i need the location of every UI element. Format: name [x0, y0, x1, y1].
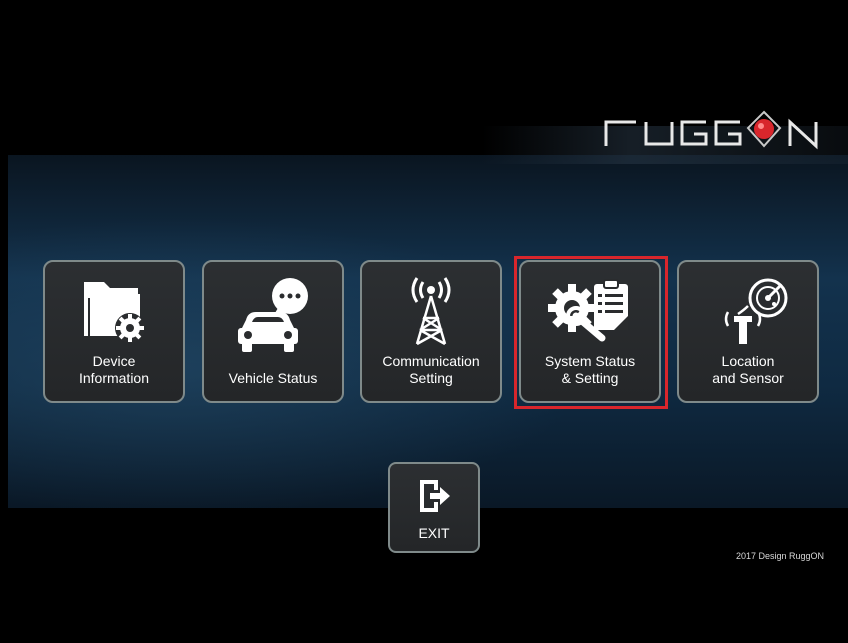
system-status-setting-button[interactable]: System Status & Setting	[519, 260, 661, 403]
exit-door-icon	[390, 476, 478, 516]
tile-label: Vehicle Status	[228, 370, 318, 386]
radar-sensor-icon	[679, 276, 817, 346]
car-chat-icon	[204, 276, 342, 352]
gear-clipboard-icon	[521, 276, 659, 346]
folder-gear-icon	[45, 276, 183, 346]
location-sensor-button[interactable]: Location and Sensor	[677, 260, 819, 403]
copyright-text: 2017 Design RuggON	[735, 551, 824, 561]
tile-label: Device Information	[78, 353, 150, 386]
exit-button[interactable]: EXIT	[388, 462, 480, 553]
tile-label: Location and Sensor	[712, 353, 784, 386]
vehicle-status-button[interactable]: Vehicle Status	[202, 260, 344, 403]
device-information-button[interactable]: Device Information	[43, 260, 185, 403]
exit-label: EXIT	[418, 525, 450, 541]
communication-setting-button[interactable]: Communication Setting	[360, 260, 502, 403]
ruggon-logo	[482, 108, 848, 164]
tile-label: Communication Setting	[382, 353, 480, 386]
antenna-tower-icon	[362, 276, 500, 346]
tile-label: System Status & Setting	[544, 353, 636, 386]
